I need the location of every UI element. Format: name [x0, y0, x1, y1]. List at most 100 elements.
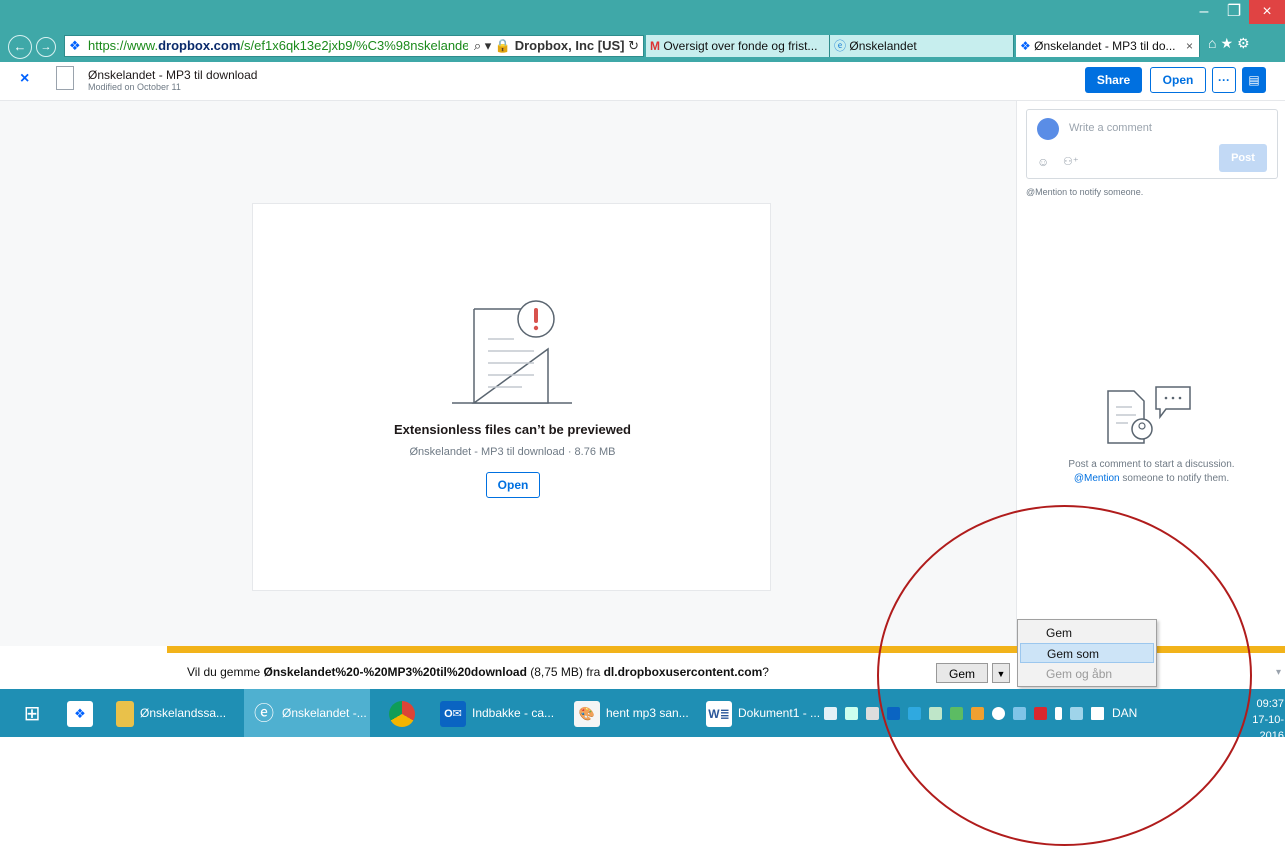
comments-sidebar: Write a comment ☺ ⚇⁺ Post @Mention to no… — [1016, 101, 1285, 689]
download-prompt-prefix: Vil du gemme — [187, 665, 264, 679]
download-size: (8,75 MB) fra — [526, 665, 604, 679]
avatar — [1037, 118, 1059, 140]
bluetooth-icon[interactable] — [992, 707, 1005, 721]
url-path: /s/ef1x6qk13e2jxb9/%C3%98nskelandet%20- — [240, 38, 504, 53]
empty-discussion-text: Post a comment to start a discussion. @M… — [1017, 458, 1285, 486]
system-tray: DAN — [824, 689, 1137, 737]
acrobat-icon[interactable] — [1034, 707, 1047, 721]
clock[interactable]: 09:37 17-10-2016 — [1232, 696, 1284, 744]
ie-icon: ⓔ — [254, 702, 274, 725]
taskbar-word[interactable]: W≣ Dokument1 - ... — [698, 689, 822, 737]
menu-item-gem-som[interactable]: Gem som — [1020, 643, 1154, 663]
more-options-button[interactable]: ··· — [1212, 67, 1236, 93]
taskbar-outlook[interactable]: O✉ Indbakke - ca... — [432, 689, 560, 737]
browser-toolbar: – ❐ × ← → ❖ https://www.dropbox.com/s/ef1x6… — [0, 0, 1285, 62]
menu-item-gem-og-abn: Gem og åbn — [1046, 667, 1113, 681]
tab-title: Ønskelandet - MP3 til do... — [1034, 39, 1176, 53]
mention-hint: @Mention to notify someone. — [1026, 187, 1144, 197]
download-prompt: Vil du gemme Ønskelandet%20-%20MP3%20til… — [187, 665, 769, 679]
network-icon[interactable] — [1070, 707, 1083, 721]
tray-app-icon[interactable] — [824, 707, 837, 721]
dropbox-tray-icon[interactable] — [845, 707, 858, 721]
taskbar-dropbox[interactable]: ❖ — [58, 689, 102, 737]
word-icon: W≣ — [706, 700, 732, 727]
url-prefix: https://www. — [88, 38, 159, 53]
volume-muted-icon[interactable] — [1091, 707, 1104, 721]
taskbar-label: Ønskelandssa... — [140, 706, 227, 720]
tab-mp3-active[interactable]: ❖ Ønskelandet - MP3 til do... × — [1016, 35, 1200, 57]
window-controls: – ❐ × — [1189, 0, 1285, 24]
download-filename: Ønskelandet%20-%20MP3%20til%20download — [263, 665, 527, 679]
certificate-label[interactable]: Dropbox, Inc [US] — [515, 38, 625, 53]
input-language[interactable]: DAN — [1112, 706, 1137, 720]
forward-icon[interactable]: → — [36, 37, 56, 57]
tab-fonde[interactable]: M Oversigt over fonde og frist... — [646, 35, 830, 57]
refresh-icon[interactable]: ↻ — [628, 38, 639, 53]
taskbar-ie[interactable]: ⓔ Ønskelandet -... — [244, 689, 370, 737]
empty-line-2: @Mention someone to notify them. — [1017, 472, 1285, 486]
star-icon[interactable]: ★ — [1220, 35, 1237, 51]
comments-toggle-icon[interactable]: ▤ — [1242, 67, 1266, 93]
back-icon[interactable]: ← — [8, 35, 32, 59]
outlook-icon: O✉ — [440, 700, 466, 727]
taskbar-label: Ønskelandet -... — [282, 706, 367, 720]
close-preview-icon[interactable]: × — [20, 70, 29, 88]
address-tools: ⌕ ▾ 🔒 Dropbox, Inc [US] ↻ — [467, 36, 639, 56]
start-button[interactable]: ⊞ — [10, 689, 54, 737]
search-icon[interactable]: ⌕ — [474, 38, 481, 53]
tab-title: Oversigt over fonde og frist... — [663, 39, 818, 53]
tab-onskelandet[interactable]: ⓔ Ønskelandet — [830, 35, 1014, 57]
restore-icon[interactable]: ❐ — [1219, 0, 1249, 24]
paint-icon: 🎨 — [574, 700, 600, 727]
taskbar: ⊞ ❖ Ønskelandssa... ⓔ Ønskelandet -... O✉… — [0, 689, 1285, 742]
tray-app-4-icon[interactable] — [971, 707, 984, 721]
browser-right-icons: ⌂★⚙ — [1208, 35, 1254, 52]
dropbox-favicon-icon: ❖ — [69, 38, 81, 53]
tray-app-5-icon[interactable] — [1013, 707, 1026, 721]
file-title: Ønskelandet - MP3 til download — [88, 68, 258, 82]
gem-button[interactable]: Gem — [936, 663, 988, 683]
outlook-tray-icon[interactable] — [887, 707, 900, 721]
discussion-illustration-icon — [1107, 386, 1191, 444]
tab-close-icon[interactable]: × — [1186, 35, 1193, 57]
share-button[interactable]: Share — [1085, 67, 1142, 93]
mention-link[interactable]: @Mention — [1074, 473, 1120, 484]
empty-line-2-text: someone to notify them. — [1119, 473, 1230, 484]
gem-dropdown-arrow-icon[interactable]: ▼ — [992, 663, 1010, 683]
address-bar[interactable]: ❖ https://www.dropbox.com/s/ef1x6qk13e2jx… — [64, 35, 644, 57]
home-icon[interactable]: ⌂ — [1208, 35, 1220, 51]
add-person-icon[interactable]: ⚇⁺ — [1063, 155, 1079, 168]
dropbox-favicon-icon: ❖ — [1020, 39, 1031, 53]
taskbar-paint[interactable]: 🎨 hent mp3 san... — [566, 689, 694, 737]
tray-app-2-icon[interactable] — [929, 707, 942, 721]
taskbar-label: Indbakke - ca... — [472, 706, 555, 720]
taskbar-explorer[interactable]: Ønskelandssa... — [108, 689, 242, 737]
minimize-icon[interactable]: – — [1189, 0, 1219, 24]
preview-open-button[interactable]: Open — [486, 472, 540, 498]
skype-icon[interactable] — [908, 707, 921, 721]
file-icon — [56, 66, 74, 90]
gear-icon[interactable]: ⚙ — [1237, 35, 1254, 51]
comment-input[interactable]: Write a comment — [1069, 122, 1152, 134]
battery-icon[interactable] — [1055, 707, 1062, 721]
open-button[interactable]: Open — [1150, 67, 1206, 93]
ie-icon: ⓔ — [834, 39, 847, 53]
menu-item-gem[interactable]: Gem — [1020, 623, 1154, 643]
gem-dropdown-menu: Gem Gem som Gem og åbn — [1017, 619, 1157, 687]
clock-date: 17-10-2016 — [1252, 714, 1284, 742]
scroll-down-icon[interactable]: ▾ — [1276, 667, 1281, 678]
emoji-icon[interactable]: ☺ — [1037, 155, 1049, 169]
dropbox-header: × Ønskelandet - MP3 til download Modifie… — [0, 62, 1285, 101]
comment-box[interactable]: Write a comment ☺ ⚇⁺ Post — [1026, 109, 1278, 179]
lock-icon[interactable]: 🔒 — [495, 38, 511, 53]
taskbar-chrome[interactable] — [378, 689, 426, 737]
taskbar-label: Dokument1 - ... — [738, 706, 821, 720]
close-window-icon[interactable]: × — [1249, 0, 1285, 24]
tray-app-3-icon[interactable] — [950, 707, 963, 721]
preview-card: Extensionless files can’t be previewed Ø… — [252, 203, 771, 591]
cloud-icon[interactable] — [866, 707, 879, 721]
dropbox-icon: ❖ — [67, 700, 93, 727]
post-button[interactable]: Post — [1219, 144, 1267, 172]
gmail-icon: M — [650, 39, 660, 53]
clock-time: 09:37 — [1256, 698, 1284, 710]
